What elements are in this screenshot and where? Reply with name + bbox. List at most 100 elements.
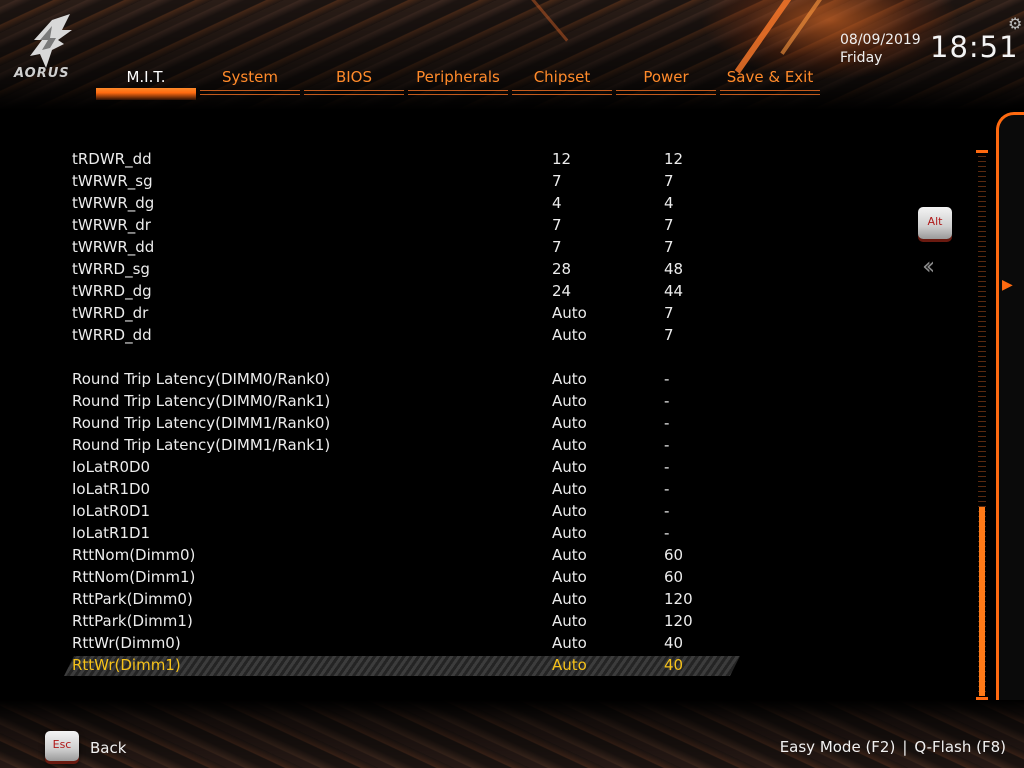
setting-value: Auto (552, 370, 587, 388)
tab-system[interactable]: System (200, 66, 300, 100)
settings-row[interactable]: IoLatR1D0 Auto - (0, 478, 760, 500)
tab-save-exit[interactable]: Save & Exit (720, 66, 820, 100)
setting-name: tWRRD_sg (72, 260, 150, 278)
settings-row[interactable]: tWRRD_sg 28 48 (0, 258, 760, 280)
setting-name: Round Trip Latency(DIMM0/Rank1) (72, 392, 331, 410)
setting-name: Round Trip Latency(DIMM1/Rank1) (72, 436, 331, 454)
settings-row[interactable]: RttPark(Dimm1) Auto 120 (0, 610, 760, 632)
setting-name: RttPark(Dimm0) (72, 590, 193, 608)
current-value: 7 (664, 304, 674, 322)
double-chevron-left-icon[interactable]: ‹‹ (922, 252, 935, 280)
setting-name: RttPark(Dimm1) (72, 612, 193, 630)
current-value: - (664, 370, 670, 388)
settings-list: tRDWR_dd 12 12 tWRWR_sg 7 7 tWRWR_dg 4 4 tWRWR_dr… (0, 148, 760, 676)
gear-icon[interactable]: ⚙ (1008, 16, 1024, 32)
setting-name: IoLatR0D0 (72, 458, 151, 476)
settings-row[interactable]: RttWr(Dimm0) Auto 40 (0, 632, 760, 654)
current-value: 12 (664, 150, 684, 168)
setting-name: Round Trip Latency(DIMM0/Rank0) (72, 370, 331, 388)
tab-peripherals[interactable]: Peripherals (408, 66, 508, 100)
tab-power[interactable]: Power (616, 66, 716, 100)
tab-chipset[interactable]: Chipset (512, 66, 612, 100)
settings-row[interactable]: tWRWR_dd 7 7 (0, 236, 760, 258)
settings-row[interactable]: RttNom(Dimm1) Auto 60 (0, 566, 760, 588)
settings-row[interactable]: RttWr(Dimm1) Auto 40 (0, 654, 760, 676)
current-value: 7 (664, 216, 674, 234)
scrollbar-top-cap (976, 150, 988, 153)
current-value: 40 (664, 656, 684, 674)
current-value: 7 (664, 238, 674, 256)
tab-m-i-t[interactable]: M.I.T. (96, 66, 196, 100)
footer-banner (0, 700, 1024, 768)
scrollbar[interactable] (976, 150, 988, 700)
alt-key-button[interactable]: Alt (918, 207, 952, 239)
setting-name: tWRRD_dr (72, 304, 149, 322)
scrollbar-thumb[interactable] (979, 507, 985, 696)
setting-name: IoLatR1D0 (72, 480, 151, 498)
settings-row[interactable]: tWRRD_dr Auto 7 (0, 302, 760, 324)
current-value: - (664, 524, 670, 542)
esc-key-button[interactable]: Esc (45, 731, 79, 761)
settings-row[interactable]: Round Trip Latency(DIMM1/Rank1) Auto - (0, 434, 760, 456)
setting-name: Round Trip Latency(DIMM1/Rank0) (72, 414, 331, 432)
settings-row[interactable]: Round Trip Latency(DIMM0/Rank1) Auto - (0, 390, 760, 412)
setting-value: Auto (552, 634, 587, 652)
triangle-right-icon: ▶ (1002, 277, 1013, 293)
setting-value: Auto (552, 590, 587, 608)
current-value: 60 (664, 546, 684, 564)
setting-value: 24 (552, 282, 572, 300)
settings-row[interactable]: tWRWR_dr 7 7 (0, 214, 760, 236)
setting-name: RttWr(Dimm1) (72, 656, 181, 674)
brand-logo-text: AORUS (14, 66, 70, 81)
settings-row[interactable]: tWRWR_dg 4 4 (0, 192, 760, 214)
setting-name: tWRWR_dd (72, 238, 155, 256)
current-value: 60 (664, 568, 684, 586)
setting-name: RttNom(Dimm1) (72, 568, 196, 586)
setting-value: 7 (552, 238, 562, 256)
setting-value: Auto (552, 656, 587, 674)
setting-value: Auto (552, 304, 587, 322)
settings-row[interactable]: IoLatR0D1 Auto - (0, 500, 760, 522)
day-text: Friday (840, 50, 883, 66)
setting-value: 4 (552, 194, 562, 212)
settings-row[interactable]: tWRWR_sg 7 7 (0, 170, 760, 192)
setting-name: IoLatR1D1 (72, 524, 151, 542)
clock-time: 18:51 (930, 30, 1019, 64)
current-value: - (664, 458, 670, 476)
current-value: 4 (664, 194, 674, 212)
back-label[interactable]: Back (90, 739, 126, 757)
setting-name: tRDWR_dd (72, 150, 152, 168)
setting-value: Auto (552, 392, 587, 410)
header-accent-stripe (514, 0, 569, 42)
current-value: 120 (664, 590, 693, 608)
setting-value: Auto (552, 436, 587, 454)
settings-row[interactable]: Round Trip Latency(DIMM1/Rank0) Auto - (0, 412, 760, 434)
current-value: - (664, 502, 670, 520)
settings-row[interactable]: tRDWR_dd 12 12 (0, 148, 760, 170)
qflash-link[interactable]: Q-Flash (F8) (914, 738, 1006, 756)
settings-row[interactable]: tWRRD_dg 24 44 (0, 280, 760, 302)
setting-value: 12 (552, 150, 572, 168)
tab-bios[interactable]: BIOS (304, 66, 404, 100)
setting-value: Auto (552, 326, 587, 344)
settings-row[interactable]: IoLatR1D1 Auto - (0, 522, 760, 544)
current-value: - (664, 436, 670, 454)
setting-value: Auto (552, 612, 587, 630)
settings-row[interactable]: tWRRD_dd Auto 7 (0, 324, 760, 346)
side-panel-toggle[interactable]: ▶ (996, 112, 1024, 738)
setting-name: tWRWR_dr (72, 216, 151, 234)
current-value: 40 (664, 634, 684, 652)
current-value: 120 (664, 612, 693, 630)
easy-mode-link[interactable]: Easy Mode (F2) (780, 738, 896, 756)
setting-value: 7 (552, 216, 562, 234)
setting-value: Auto (552, 414, 587, 432)
current-value: 44 (664, 282, 684, 300)
settings-row[interactable]: RttNom(Dimm0) Auto 60 (0, 544, 760, 566)
settings-row[interactable]: RttPark(Dimm0) Auto 120 (0, 588, 760, 610)
current-value: - (664, 414, 670, 432)
settings-row[interactable]: Round Trip Latency(DIMM0/Rank0) Auto - (0, 368, 760, 390)
settings-row[interactable]: IoLatR0D0 Auto - (0, 456, 760, 478)
setting-value: 28 (552, 260, 572, 278)
setting-value: Auto (552, 546, 587, 564)
